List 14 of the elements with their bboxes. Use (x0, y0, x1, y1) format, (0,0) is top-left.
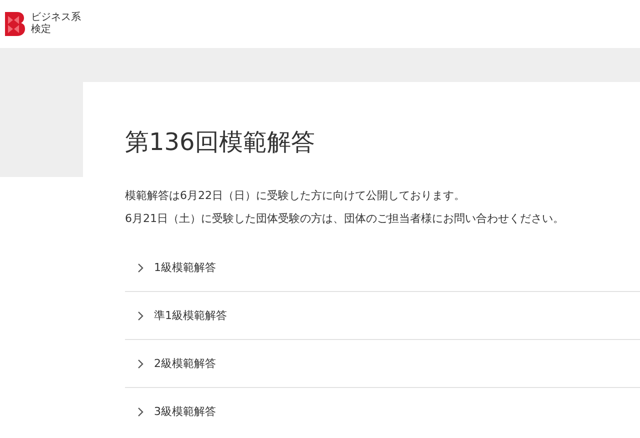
notice-text: 模範解答は6月22日（日）に受験した方に向けて公開しております。 (125, 188, 466, 204)
chevron-icon (137, 406, 144, 416)
notice-text: 6月21日（土）に受験した団体受験の方は、団体のご担当者様にお問い合わせください。 (125, 211, 565, 227)
accordion-item[interactable]: 2級模範解答 (125, 340, 640, 388)
accordion-item[interactable]: 準1級模範解答 (125, 292, 640, 340)
chevron-icon (137, 310, 144, 320)
accordion-item[interactable]: 3級模範解答 (125, 388, 640, 435)
logo-icon (4, 11, 26, 37)
accordion-item[interactable]: 1級模範解答 (125, 244, 640, 292)
page-title: 第136回模範解答 (125, 127, 316, 158)
logo-text: 検定 (31, 24, 52, 36)
chevron-icon (137, 262, 144, 272)
chevron-icon (137, 358, 144, 368)
logo-text: ビジネス系 (31, 12, 81, 24)
